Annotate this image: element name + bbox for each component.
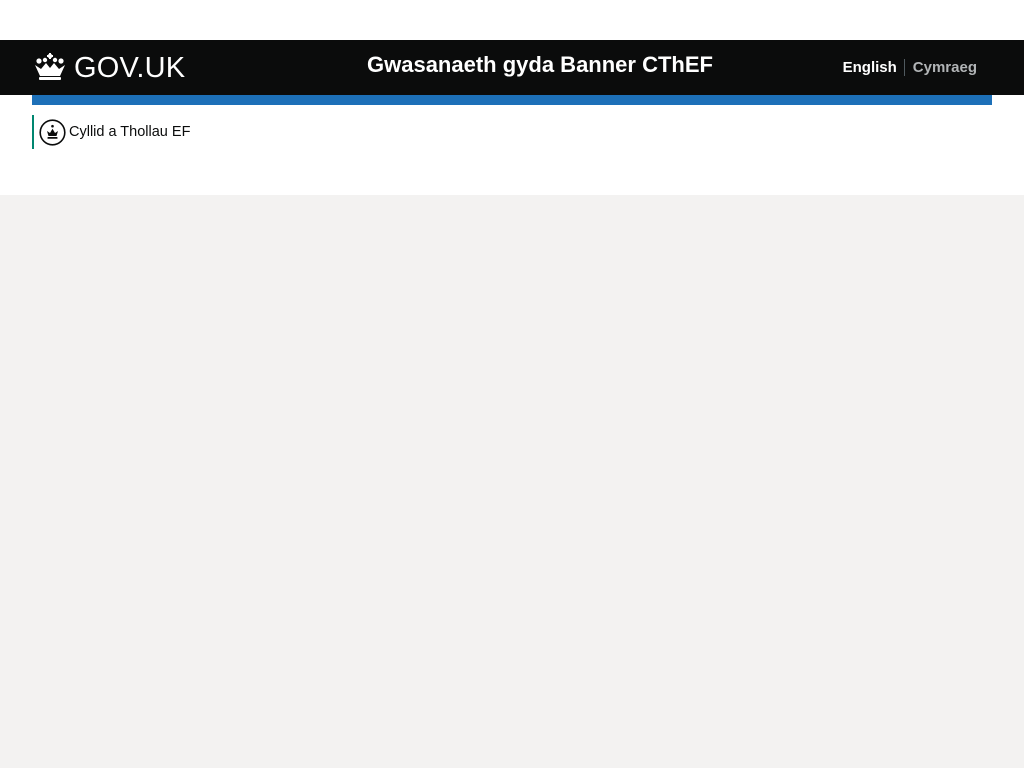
header-accent-bar	[32, 95, 992, 105]
page-header-region: GOV.UK Gwasanaeth gyda Banner CThEF Engl…	[0, 0, 1024, 195]
govuk-logo-text: GOV.UK	[74, 51, 186, 84]
language-separator	[903, 59, 905, 76]
service-name-link[interactable]: Gwasanaeth gyda Banner CThEF	[367, 52, 713, 78]
hmrc-crest-icon	[39, 118, 66, 146]
organisation-name: Cyllid a Thollau EF	[69, 124, 191, 140]
govuk-logo-link[interactable]: GOV.UK	[32, 48, 185, 88]
crown-icon	[35, 53, 65, 80]
language-link-cymraeg[interactable]: Cymraeg	[913, 59, 977, 76]
language-toggle: English Cymraeg	[843, 59, 977, 76]
language-current-english: English	[842, 59, 897, 76]
govuk-header: GOV.UK Gwasanaeth gyda Banner CThEF Engl…	[0, 40, 1024, 95]
organisation-banner: Cyllid a Thollau EF	[32, 115, 190, 149]
main-content	[0, 195, 1024, 768]
